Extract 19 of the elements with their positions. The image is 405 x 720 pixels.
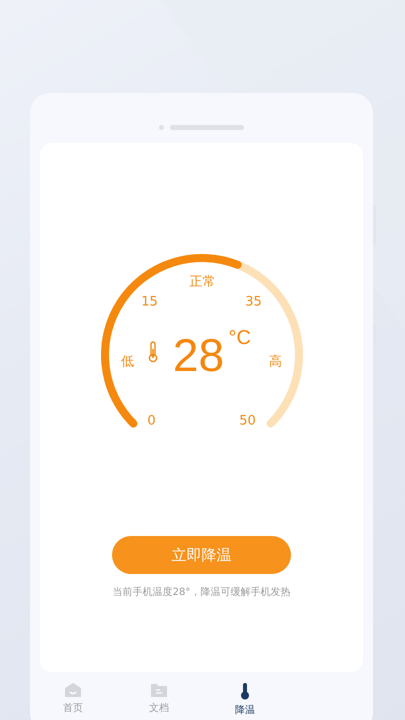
status-label: 正常 bbox=[190, 276, 216, 288]
thermometer-icon bbox=[148, 341, 158, 363]
camera-dot bbox=[159, 124, 164, 130]
nav-tab[interactable]: 首页 bbox=[30, 676, 116, 720]
temperature-caption: 当前手机温度28°，降温可缓解手机发热 bbox=[112, 586, 290, 599]
scale-label: 15 bbox=[141, 296, 158, 308]
scale-label: 0 bbox=[147, 414, 156, 428]
temperature-value: 28 bbox=[172, 332, 224, 378]
home-icon bbox=[64, 682, 82, 698]
folder-icon bbox=[150, 682, 168, 698]
scale-label: 35 bbox=[245, 296, 262, 308]
scale-label: 50 bbox=[239, 414, 256, 428]
cool-down-button[interactable]: 立即降温 bbox=[112, 536, 291, 574]
temperature-unit: °C bbox=[228, 328, 251, 348]
low-label: 低 bbox=[121, 356, 134, 368]
thermometer-icon bbox=[239, 682, 251, 700]
nav-tab[interactable]: 文档 bbox=[116, 676, 202, 720]
high-label: 高 bbox=[269, 356, 282, 368]
nav-tab[interactable]: 降温 bbox=[202, 676, 288, 720]
